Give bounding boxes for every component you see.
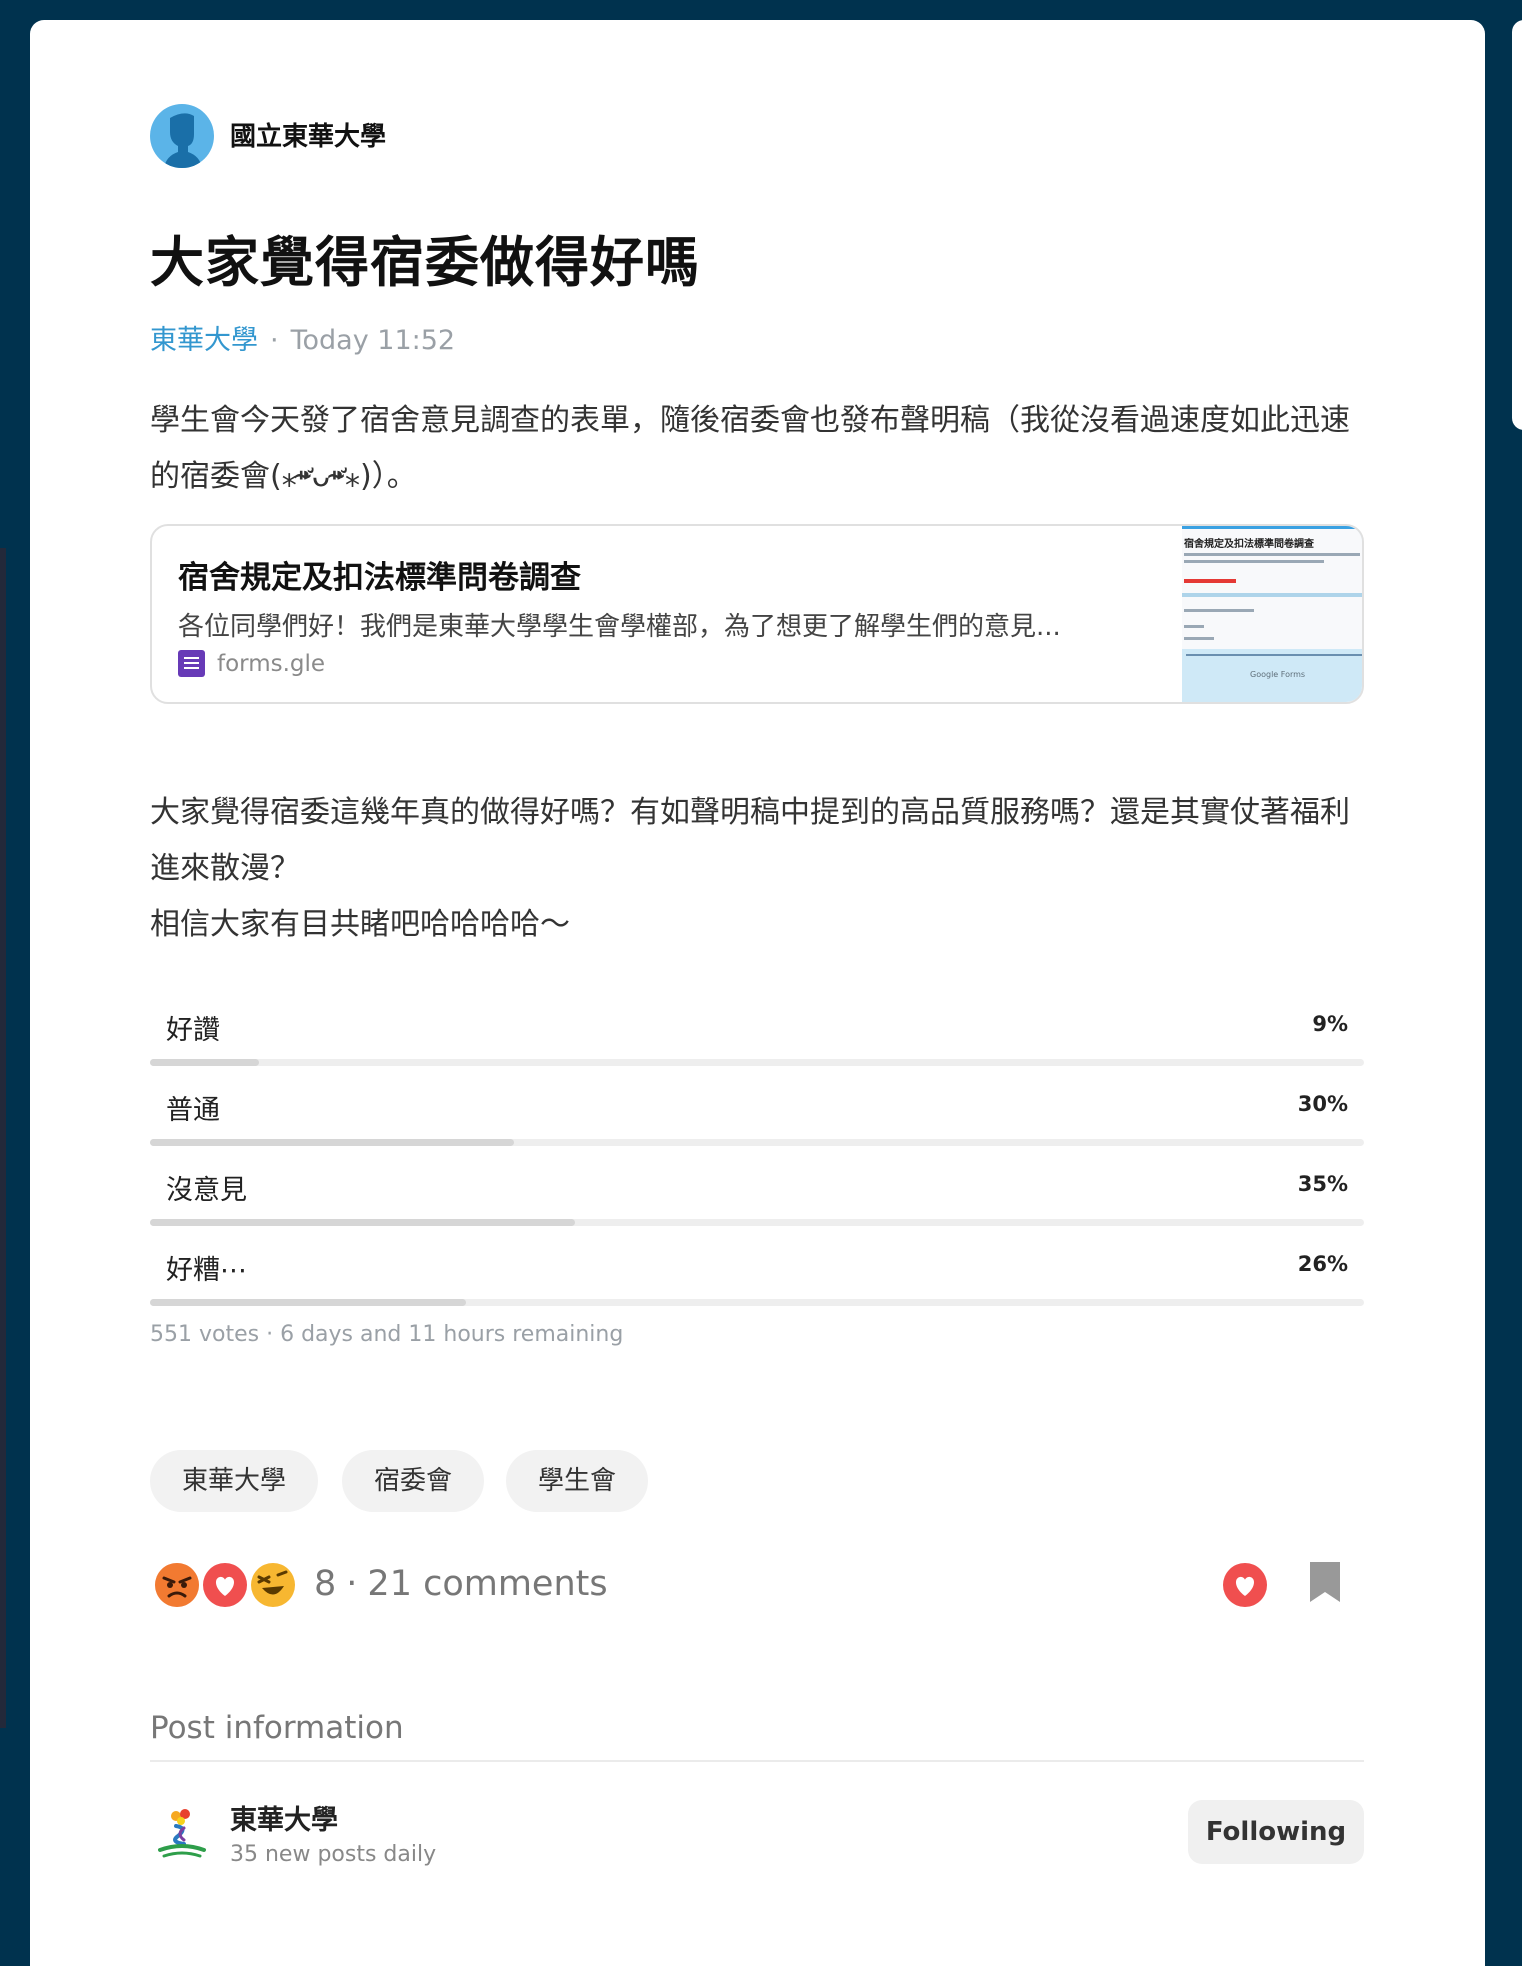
poll-option-bar	[150, 1299, 466, 1306]
left-panel-edge	[0, 548, 6, 1728]
thumbnail-footer-line	[1186, 654, 1362, 656]
tag-chip[interactable]: 學生會	[506, 1450, 649, 1512]
post-info-heading: Post information	[150, 1710, 404, 1746]
reaction-count[interactable]: 8	[314, 1564, 336, 1604]
right-panel-edge	[1512, 20, 1522, 430]
post-time: Today 11:52	[290, 325, 456, 356]
tag-chip[interactable]: 宿委會	[342, 1450, 485, 1512]
thumbnail-separator	[1182, 593, 1362, 597]
thumbnail-text-line	[1184, 637, 1214, 640]
poll-option-label: 沒意見	[166, 1175, 247, 1206]
poll-option-label: 好讚	[166, 1015, 220, 1046]
thumbnail-text-line	[1184, 553, 1360, 556]
tag-chip[interactable]: 東華大學	[150, 1450, 319, 1512]
poll-remaining: 6 days and 11 hours remaining	[280, 1322, 624, 1347]
poll-option-percent: 9%	[1312, 1012, 1348, 1036]
counts-separator: ·	[346, 1564, 358, 1604]
poll-option-percent: 30%	[1297, 1092, 1348, 1116]
like-heart-icon[interactable]	[1222, 1562, 1268, 1608]
thumbnail-text-line	[1184, 609, 1254, 612]
link-preview-source: forms.gle	[178, 650, 325, 677]
post-title: 大家覺得宿委做得好嗎	[150, 231, 700, 294]
poll-option-track	[150, 1299, 1364, 1306]
poll-option-track	[150, 1059, 1364, 1066]
bookmark-icon[interactable]	[1308, 1560, 1342, 1604]
author-avatar[interactable]	[150, 104, 214, 168]
link-preview-title: 宿舍規定及扣法標準問卷調查	[178, 560, 581, 596]
poll-meta-separator: ·	[266, 1322, 281, 1347]
poll-option[interactable]: 普通 30%	[150, 1088, 1364, 1146]
heart-icon	[203, 1563, 247, 1607]
post-body-paragraph: 學生會今天發了宿舍意見調查的表單，隨後宿委會也發布聲明稿（我從沒看過速度如此迅速…	[150, 403, 1350, 494]
comment-count[interactable]: 21 comments	[367, 1564, 607, 1604]
thumbnail-footer-text: Google Forms	[1250, 670, 1306, 679]
thumbnail-required-note	[1184, 579, 1236, 583]
poll-option-bar	[150, 1059, 260, 1066]
post-body-paragraph-2: 大家覺得宿委這幾年真的做得好嗎？有如聲明稿中提到的高品質服務嗎？還是其實仗著福利…	[150, 785, 1372, 953]
thumbnail-text-line	[1184, 560, 1324, 563]
person-silhouette-icon	[164, 113, 202, 168]
forum-logo-icon[interactable]	[154, 1806, 210, 1862]
forum-link[interactable]: 東華大學	[150, 325, 258, 356]
poll-option-label: 好糟⋯	[166, 1255, 247, 1286]
poll-votes: 551 votes	[150, 1322, 260, 1347]
poll-option-bar	[150, 1219, 575, 1226]
link-preview-description: 各位同學們好！我們是東華大學學生會學權部，為了想更了解學生們的意見...	[178, 612, 1061, 642]
poll-option-bar	[150, 1139, 515, 1146]
thumbnail-form-title: 宿舍規定及扣法標準問卷調查	[1184, 539, 1314, 550]
thumbnail-form-page: 宿舍規定及扣法標準問卷調查	[1182, 529, 1362, 649]
following-button[interactable]: Following	[1188, 1800, 1364, 1864]
poll-option[interactable]: 好讚 9%	[150, 1008, 1364, 1066]
google-forms-icon	[178, 650, 205, 677]
thumbnail-text-line	[1184, 625, 1204, 628]
poll-option-percent: 26%	[1297, 1252, 1348, 1276]
section-divider	[150, 1760, 1364, 1762]
poll-option-label: 普通	[166, 1095, 220, 1126]
poll-option-percent: 35%	[1297, 1172, 1348, 1196]
post-card	[30, 20, 1485, 1966]
link-preview-card[interactable]: 宿舍規定及扣法標準問卷調查 各位同學們好！我們是東華大學學生會學權部，為了想更了…	[150, 524, 1364, 704]
poll-option[interactable]: 好糟⋯ 26%	[150, 1248, 1364, 1306]
link-preview-thumbnail: 宿舍規定及扣法標準問卷調查 Google Forms	[1182, 526, 1362, 702]
meta-separator: ·	[270, 325, 279, 356]
post-meta: 東華大學 · Today 11:52	[150, 318, 455, 357]
engagement-counts: 8 · 21 comments	[314, 1564, 608, 1604]
poll-option[interactable]: 沒意見 35%	[150, 1168, 1364, 1226]
poll-meta: 551 votes · 6 days and 11 hours remainin…	[150, 1322, 623, 1347]
link-preview-domain: forms.gle	[217, 650, 326, 677]
post-body-line: 相信大家有目共睹吧哈哈哈哈～	[150, 907, 570, 942]
forum-name[interactable]: 東華大學	[230, 1798, 338, 1837]
angry-face-icon	[155, 1563, 199, 1607]
laughing-face-icon	[251, 1563, 295, 1607]
forum-daily-posts: 35 new posts daily	[230, 1842, 437, 1867]
poll-option-track	[150, 1139, 1364, 1146]
author-name: 國立東華大學	[230, 122, 387, 152]
post-body-line: 大家覺得宿委這幾年真的做得好嗎？有如聲明稿中提到的高品質服務嗎？還是其實仗著福利…	[150, 795, 1350, 886]
poll-option-track	[150, 1219, 1364, 1226]
